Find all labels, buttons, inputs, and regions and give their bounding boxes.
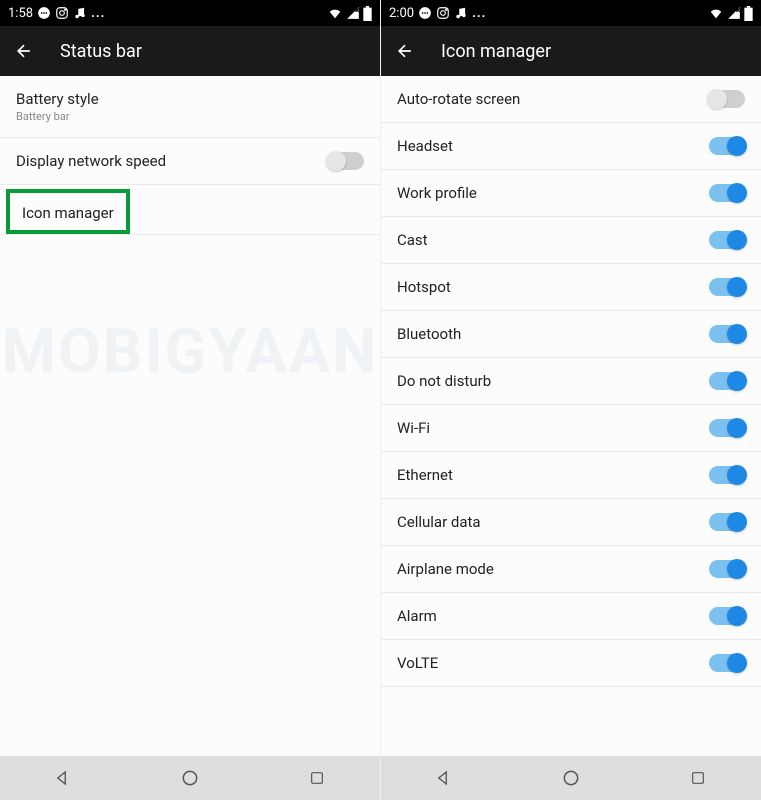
status-time: 1:58 (8, 6, 33, 21)
icon-manager-list[interactable]: Auto-rotate screen Headset Work profile Cas… (381, 76, 761, 756)
settings-list: Battery style Battery bar Display networ… (0, 76, 380, 756)
row-label: Wi-Fi (397, 419, 430, 437)
row-volte[interactable]: VoLTE (381, 640, 761, 687)
toggle-ethernet[interactable] (709, 466, 745, 484)
more-icon: ... (91, 6, 105, 21)
wifi-icon (327, 6, 343, 20)
row-label: Ethernet (397, 466, 453, 484)
nav-bar (0, 756, 380, 800)
app-bar: Status bar (0, 26, 380, 76)
instagram-icon (436, 6, 450, 20)
toggle-hotspot[interactable] (709, 278, 745, 296)
row-label: Cellular data (397, 513, 481, 531)
toggle-auto-rotate-screen[interactable] (709, 90, 745, 108)
signal-icon (346, 6, 360, 20)
toggle-headset[interactable] (709, 137, 745, 155)
music-icon (454, 6, 468, 20)
more-icon: ... (472, 6, 486, 21)
phone-right: 2:00 ... Icon manager Auto-rotate screen… (381, 0, 761, 800)
row-ethernet[interactable]: Ethernet (381, 452, 761, 499)
app-bar: Icon manager (381, 26, 761, 76)
row-alarm[interactable]: Alarm (381, 593, 761, 640)
nav-recent-button[interactable] (687, 767, 709, 789)
toggle-work-profile[interactable] (709, 184, 745, 202)
row-display-network-speed[interactable]: Display network speed (0, 138, 380, 185)
toggle-cellular-data[interactable] (709, 513, 745, 531)
row-icon-manager[interactable]: Icon manager (6, 189, 130, 234)
phone-left: MOBIGYAAN 1:58 ... Status bar Battery st… (0, 0, 380, 800)
row-label: Battery style (16, 90, 99, 108)
back-button[interactable] (395, 41, 415, 61)
status-bar: 2:00 ... (381, 0, 761, 26)
row-auto-rotate-screen[interactable]: Auto-rotate screen (381, 76, 761, 123)
row-bluetooth[interactable]: Bluetooth (381, 311, 761, 358)
row-label: Icon manager (22, 204, 114, 222)
row-hotspot[interactable]: Hotspot (381, 264, 761, 311)
row-headset[interactable]: Headset (381, 123, 761, 170)
toggle-wi-fi[interactable] (709, 419, 745, 437)
row-wi-fi[interactable]: Wi-Fi (381, 405, 761, 452)
page-title: Status bar (60, 41, 142, 62)
messaging-icon (418, 6, 432, 20)
row-label: Display network speed (16, 152, 166, 170)
row-sublabel: Battery bar (16, 110, 99, 123)
nav-bar (381, 756, 761, 800)
toggle-alarm[interactable] (709, 607, 745, 625)
page-title: Icon manager (441, 41, 551, 62)
status-bar: 1:58 ... (0, 0, 380, 26)
row-label: Do not disturb (397, 372, 491, 390)
row-label: Headset (397, 137, 453, 155)
row-airplane-mode[interactable]: Airplane mode (381, 546, 761, 593)
row-label: Hotspot (397, 278, 451, 296)
nav-home-button[interactable] (179, 767, 201, 789)
messaging-icon (37, 6, 51, 20)
toggle-do-not-disturb[interactable] (709, 372, 745, 390)
row-cellular-data[interactable]: Cellular data (381, 499, 761, 546)
back-button[interactable] (14, 41, 34, 61)
toggle-cast[interactable] (709, 231, 745, 249)
row-battery-style[interactable]: Battery style Battery bar (0, 76, 380, 138)
instagram-icon (55, 6, 69, 20)
music-icon (73, 6, 87, 20)
row-work-profile[interactable]: Work profile (381, 170, 761, 217)
signal-icon (727, 6, 741, 20)
row-label: Alarm (397, 607, 437, 625)
row-label: Auto-rotate screen (397, 90, 520, 108)
toggle-volte[interactable] (709, 654, 745, 672)
row-cast[interactable]: Cast (381, 217, 761, 264)
row-label: VoLTE (397, 654, 438, 672)
battery-icon (744, 6, 753, 21)
toggle-airplane-mode[interactable] (709, 560, 745, 578)
nav-back-button[interactable] (52, 767, 74, 789)
battery-icon (363, 6, 372, 21)
status-time: 2:00 (389, 6, 414, 21)
row-label: Work profile (397, 184, 477, 202)
row-label: Cast (397, 231, 428, 249)
wifi-icon (708, 6, 724, 20)
nav-home-button[interactable] (560, 767, 582, 789)
nav-recent-button[interactable] (306, 767, 328, 789)
toggle-display-network-speed[interactable] (328, 152, 364, 170)
row-label: Airplane mode (397, 560, 494, 578)
nav-back-button[interactable] (433, 767, 455, 789)
toggle-bluetooth[interactable] (709, 325, 745, 343)
row-do-not-disturb[interactable]: Do not disturb (381, 358, 761, 405)
row-label: Bluetooth (397, 325, 461, 343)
